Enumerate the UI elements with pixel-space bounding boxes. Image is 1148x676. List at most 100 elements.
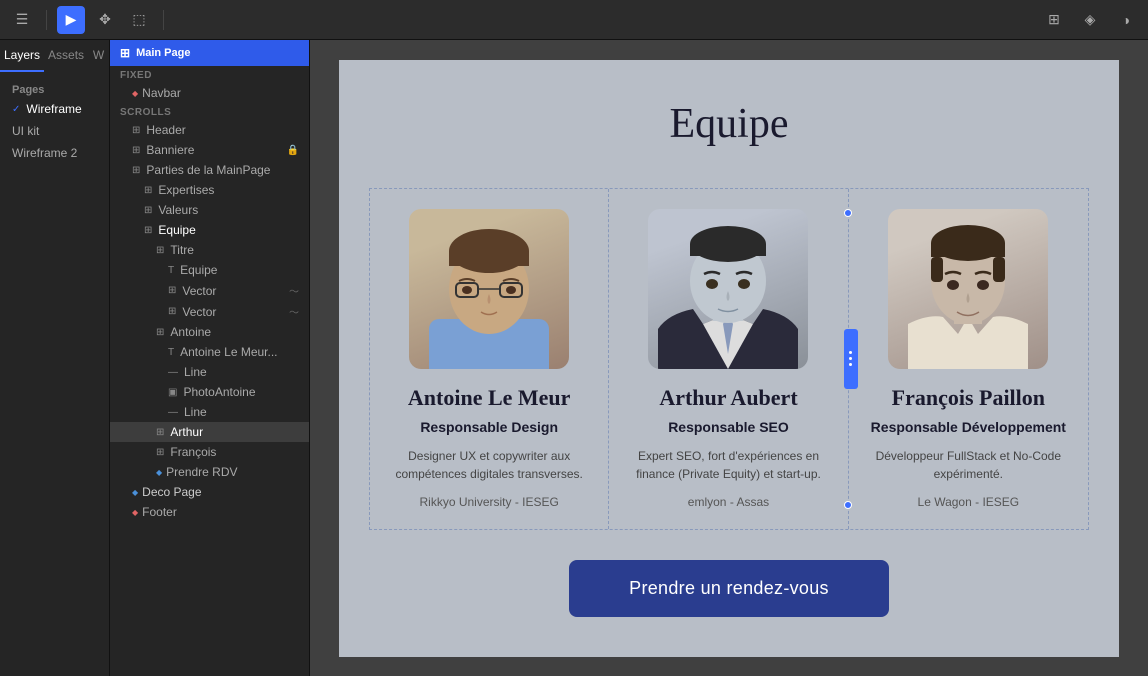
person-school-francois: Le Wagon - IESEG xyxy=(869,495,1068,509)
move-tool[interactable]: ✥ xyxy=(91,6,119,34)
layer-label: Valeurs xyxy=(158,203,198,217)
minus-icon: — xyxy=(168,367,178,378)
page-label: Wireframe xyxy=(26,102,81,116)
top-toolbar: ☰ ▶ ✥ ⬚ ⊞ ◈ ◑ xyxy=(0,0,1148,40)
menu-icon[interactable]: ☰ xyxy=(8,6,36,34)
check-icon: ✓ xyxy=(12,104,20,115)
person-role-antoine: Responsable Design xyxy=(390,419,588,435)
layer-label: Deco Page xyxy=(142,485,201,499)
layer-label: Footer xyxy=(142,505,177,519)
grid-icon: ⊞ xyxy=(168,306,176,317)
layer-deco-page[interactable]: ◆ Deco Page xyxy=(110,482,309,502)
layer-vector-2[interactable]: ⊞ Vector ～ xyxy=(110,301,309,322)
layer-label: Line xyxy=(184,365,207,379)
tab-assets[interactable]: Assets xyxy=(44,40,88,72)
layer-label: François xyxy=(170,445,216,459)
scrolls-section-label: SCROLLS xyxy=(110,103,309,120)
tab-w[interactable]: W xyxy=(88,40,109,72)
grid-icon: ⊞ xyxy=(168,285,176,296)
person-school-antoine: Rikkyo University - IESEG xyxy=(390,495,588,509)
page-label: UI kit xyxy=(12,124,39,138)
person-role-arthur: Responsable SEO xyxy=(629,419,827,435)
layer-valeurs[interactable]: ⊞ Valeurs xyxy=(110,200,309,220)
lock-icon: 🔒 xyxy=(287,145,299,156)
canvas-area: Equipe xyxy=(310,40,1148,676)
photo-arthur xyxy=(648,209,808,369)
panel-tabs: Layers Assets W xyxy=(0,40,109,72)
page-label: Wireframe 2 xyxy=(12,146,77,160)
diamond-icon-footer: ◆ xyxy=(132,508,138,517)
layer-header[interactable]: ⊞ Header xyxy=(110,120,309,140)
layer-parties[interactable]: ⊞ Parties de la MainPage xyxy=(110,160,309,180)
layer-label: PhotoAntoine xyxy=(183,385,255,399)
layer-prendre-rdv[interactable]: ◆ Prendre RDV xyxy=(110,462,309,482)
cta-section: Prendre un rendez-vous xyxy=(369,560,1089,617)
layer-label: Arthur xyxy=(170,425,203,439)
layer-antoine-text[interactable]: T Antoine Le Meur... xyxy=(110,342,309,362)
diamond-icon: ◆ xyxy=(132,89,138,98)
main-page-label: Main Page xyxy=(136,47,190,59)
page-item-wireframe[interactable]: ✓ Wireframe xyxy=(0,98,109,120)
main-page-header[interactable]: ⊞ Main Page xyxy=(110,40,309,66)
pages-panel: Pages ✓ Wireframe UI kit Wireframe 2 xyxy=(0,72,109,172)
layer-label: Navbar xyxy=(142,86,181,100)
layer-line-2[interactable]: — Line xyxy=(110,402,309,422)
canvas-frame: Equipe xyxy=(339,60,1119,657)
grid-icon: ⊞ xyxy=(156,447,164,458)
layer-antoine-group[interactable]: ⊞ Antoine xyxy=(110,322,309,342)
layer-photo-antoine[interactable]: ▣ PhotoAntoine xyxy=(110,382,309,402)
layer-navbar-fixed[interactable]: ◆ Navbar xyxy=(110,83,309,103)
layer-vector-1[interactable]: ⊞ Vector ～ xyxy=(110,280,309,301)
grid-icon: ⊞ xyxy=(156,327,164,338)
layer-francois[interactable]: ⊞ François xyxy=(110,442,309,462)
resize-handle[interactable] xyxy=(844,329,858,389)
grid-icon: ⊞ xyxy=(156,245,164,256)
grid-icon: ⊞ xyxy=(132,165,140,176)
layer-label: Parties de la MainPage xyxy=(146,163,270,177)
components-icon[interactable]: ◈ xyxy=(1076,6,1104,34)
grid-icon: ⊞ xyxy=(120,46,130,60)
page-item-uikit[interactable]: UI kit xyxy=(0,120,109,142)
page-item-wireframe2[interactable]: Wireframe 2 xyxy=(0,142,109,164)
layer-banniere[interactable]: ⊞ Banniere 🔒 xyxy=(110,140,309,160)
layer-label: Header xyxy=(146,123,185,137)
team-grid: Antoine Le Meur Responsable Design Desig… xyxy=(369,188,1089,530)
person-school-arthur: emlyon - Assas xyxy=(629,495,827,509)
text-icon: T xyxy=(168,265,174,276)
theme-icon[interactable]: ◑ xyxy=(1112,6,1140,34)
grid-icon: ⊞ xyxy=(144,185,152,196)
minus-icon: — xyxy=(168,407,178,418)
layer-label: Vector xyxy=(182,284,216,298)
section-title: Equipe xyxy=(369,100,1089,148)
layer-titre[interactable]: ⊞ Titre xyxy=(110,240,309,260)
diamond-blue-icon-deco: ◆ xyxy=(132,488,138,497)
layer-equipe[interactable]: ⊞ Equipe xyxy=(110,220,309,240)
cta-button[interactable]: Prendre un rendez-vous xyxy=(569,560,889,617)
grid-view-icon[interactable]: ⊞ xyxy=(1040,6,1068,34)
layer-footer[interactable]: ◆ Footer xyxy=(110,502,309,522)
layer-line-1[interactable]: — Line xyxy=(110,362,309,382)
grid-icon: ⊞ xyxy=(144,205,152,216)
grid-icon: ⊞ xyxy=(132,125,140,136)
layer-label: Banniere xyxy=(146,143,194,157)
photo-antoine xyxy=(409,209,569,369)
layer-label: Vector xyxy=(182,305,216,319)
layer-arthur[interactable]: ⊞ Arthur xyxy=(110,422,309,442)
person-name-antoine: Antoine Le Meur xyxy=(390,385,588,411)
frame-tool[interactable]: ⬚ xyxy=(125,6,153,34)
layer-label: Antoine xyxy=(170,325,211,339)
sel-handle-top xyxy=(844,209,852,217)
person-desc-arthur: Expert SEO, fort d'expériences en financ… xyxy=(629,447,827,483)
fixed-section-label: FIXED xyxy=(110,66,309,83)
image-icon: ▣ xyxy=(168,387,177,398)
photo-francois xyxy=(888,209,1048,369)
layer-label: Titre xyxy=(170,243,194,257)
cursor-tool[interactable]: ▶ xyxy=(57,6,85,34)
person-desc-francois: Développeur FullStack et No-Code expérim… xyxy=(869,447,1068,483)
layer-label: Equipe xyxy=(158,223,195,237)
layer-equipe-text[interactable]: T Equipe xyxy=(110,260,309,280)
tab-layers[interactable]: Layers xyxy=(0,40,44,72)
layer-label: Antoine Le Meur... xyxy=(180,345,277,359)
layer-expertises[interactable]: ⊞ Expertises xyxy=(110,180,309,200)
layer-label: Line xyxy=(184,405,207,419)
